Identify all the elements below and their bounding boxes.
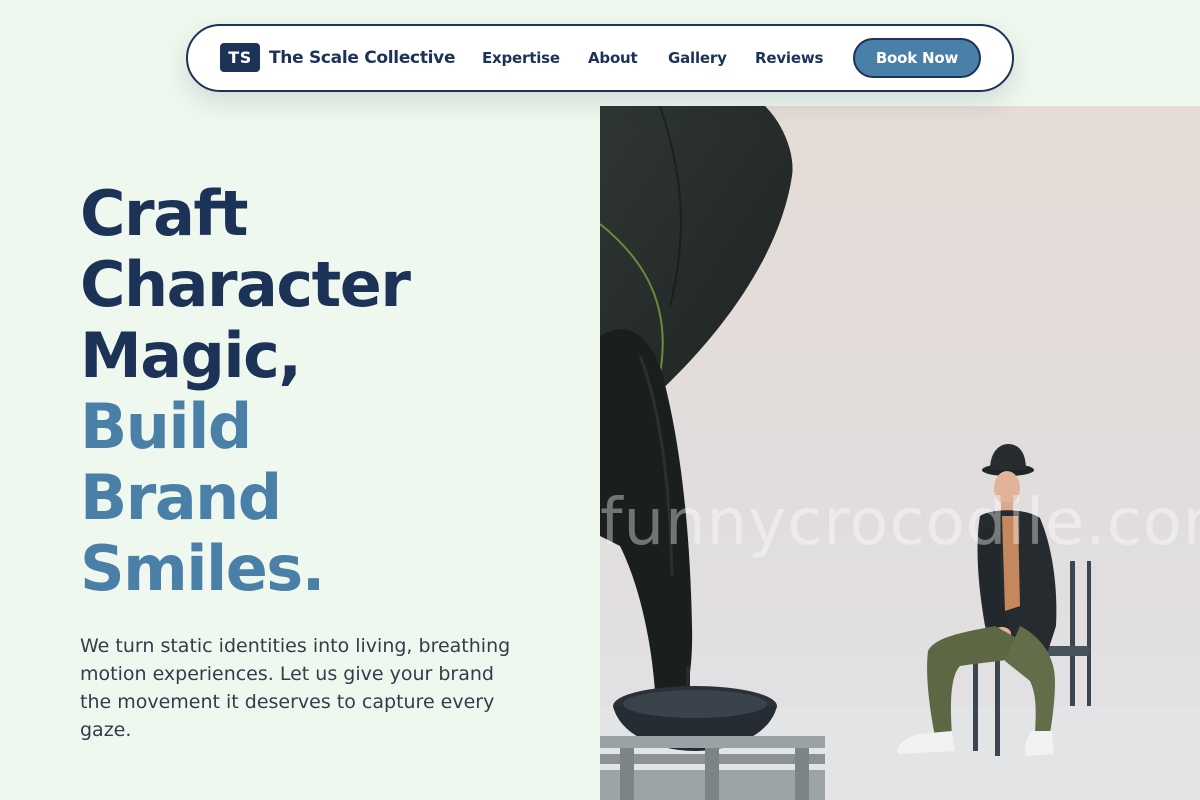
brand-logo-link[interactable]: TS The Scale Collective	[220, 43, 456, 72]
book-now-button[interactable]: Book Now	[853, 38, 981, 78]
hero-description: We turn static identities into living, b…	[80, 635, 511, 741]
nav-link-reviews[interactable]: Reviews	[755, 49, 823, 67]
hero-image: funnycrocodile.com	[600, 106, 1200, 800]
headline-line: Craft	[80, 177, 249, 250]
headline-accent-line: Brand	[80, 461, 282, 534]
main-navigation: TS The Scale Collective Expertise About …	[186, 24, 1014, 92]
nav-link-gallery[interactable]: Gallery	[668, 49, 727, 67]
headline-line: Magic,	[80, 319, 302, 392]
nav-link-about[interactable]: About	[588, 49, 638, 67]
brand-name: The Scale Collective	[269, 47, 456, 68]
headline-accent-line: Build	[80, 390, 252, 463]
brand-logo-icon: TS	[220, 43, 260, 72]
headline-line: Character	[80, 248, 411, 321]
hero-headline: Craft Character Magic, Build Brand Smile…	[80, 177, 411, 605]
headline-accent-line: Smiles.	[80, 532, 325, 605]
image-watermark: funnycrocodile.com	[600, 486, 1200, 560]
nav-link-expertise[interactable]: Expertise	[482, 49, 560, 67]
studio-photo-illustration	[600, 106, 1200, 800]
